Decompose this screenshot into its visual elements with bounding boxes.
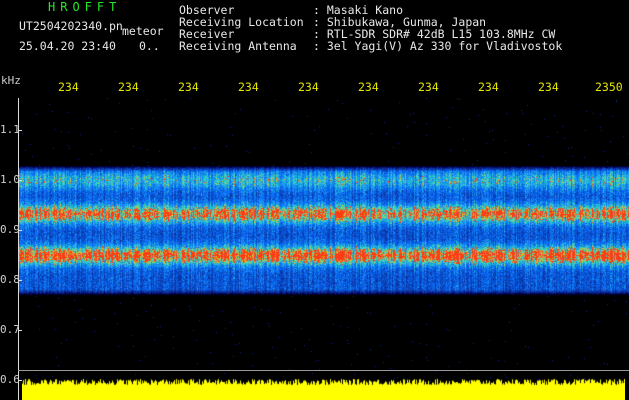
y-tick-label: 0.9 <box>0 223 20 236</box>
y-tick-mark <box>18 380 22 381</box>
y-tick-mark <box>18 130 22 131</box>
y-tick-mark <box>18 280 22 281</box>
baseline-divider <box>18 370 629 371</box>
y-tick-mark <box>18 180 22 181</box>
antenna-value: : 3el Yagi(V) Az 330 for Vladivostok <box>313 39 563 53</box>
y-tick-label: 0.6 <box>0 373 20 386</box>
x-tick-label: 234 <box>58 80 79 94</box>
date-time: 25.04.20 23:40 <box>19 39 116 53</box>
y-tick-label: 1.1 <box>0 123 20 136</box>
y-tick-label: 0.7 <box>0 323 20 336</box>
y-axis-unit: kHz <box>1 74 21 87</box>
x-tick-label: 234 <box>538 80 559 94</box>
app-title: HROFFT <box>48 0 122 14</box>
x-tick-label: 2350 <box>595 80 623 94</box>
signal-level-trace <box>22 377 625 400</box>
spectrogram-waterfall <box>18 98 629 400</box>
x-tick-label: 234 <box>358 80 379 94</box>
y-tick-mark <box>18 330 22 331</box>
x-tick-label: 234 <box>178 80 199 94</box>
y-tick-label: 0.8 <box>0 273 20 286</box>
y-tick-label: 1.0 <box>0 173 20 186</box>
file-name: UT2504202340.pn <box>19 19 123 33</box>
x-tick-label: 234 <box>478 80 499 94</box>
x-tick-label: 234 <box>298 80 319 94</box>
y-axis-line <box>18 98 19 400</box>
x-tick-label: 234 <box>118 80 139 94</box>
counter-value: 0.. <box>139 39 160 53</box>
x-tick-label: 234 <box>418 80 439 94</box>
x-tick-label: 234 <box>238 80 259 94</box>
antenna-label: Receiving Antenna <box>179 39 297 53</box>
y-tick-mark <box>18 230 22 231</box>
meteor-label: meteor <box>122 24 164 38</box>
